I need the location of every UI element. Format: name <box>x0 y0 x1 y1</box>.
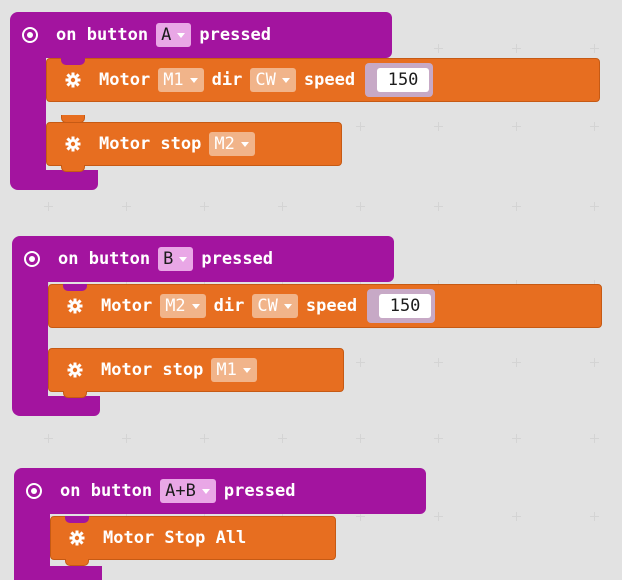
button-dropdown-value: A+B <box>165 481 196 501</box>
grid-plus-marker <box>590 44 599 53</box>
gear-icon <box>65 136 81 152</box>
grid-plus-marker <box>356 358 365 367</box>
dropdown-arrow-icon <box>201 488 210 494</box>
button-dropdown[interactable]: B <box>158 247 194 271</box>
event-suffix: pressed <box>199 25 272 45</box>
event-prefix: on button <box>56 25 149 45</box>
gear-icon <box>69 530 85 546</box>
speed-number-slot: 150 <box>367 289 436 323</box>
motor-dropdown[interactable]: M1 <box>211 358 257 382</box>
grid-plus-marker <box>434 202 443 211</box>
motor-dropdown[interactable]: M2 <box>209 132 255 156</box>
motor-label: Motor <box>101 296 153 316</box>
grid-plus-marker <box>122 202 131 211</box>
direction-dropdown[interactable]: CW <box>250 68 296 92</box>
event-header-button-b[interactable]: on button B pressed <box>12 236 394 282</box>
speed-label: speed <box>305 296 358 316</box>
dropdown-arrow-icon <box>177 32 186 38</box>
grid-plus-marker <box>434 434 443 443</box>
block-bottom-notch <box>65 559 89 566</box>
event-suffix: pressed <box>201 249 274 269</box>
motor-dropdown[interactable]: M2 <box>160 294 206 318</box>
grid-plus-marker <box>512 202 521 211</box>
motor-stop-label: Motor stop <box>101 360 204 380</box>
block-notch <box>61 58 85 65</box>
grid-plus-marker <box>512 44 521 53</box>
grid-plus-marker <box>590 358 599 367</box>
block-notch <box>63 284 87 291</box>
grid-plus-marker <box>200 434 209 443</box>
dropdown-arrow-icon <box>191 303 200 309</box>
motor-stop-block[interactable]: Motor stop M2 <box>46 115 342 172</box>
motor-run-block[interactable]: Motor M2 dir CW speed 150 <box>48 284 602 328</box>
grid-plus-marker <box>356 202 365 211</box>
dropdown-arrow-icon <box>281 77 290 83</box>
grid-plus-marker <box>278 434 287 443</box>
button-dropdown-value: B <box>163 249 174 269</box>
motor-stop-label: Motor stop <box>99 134 202 154</box>
grid-plus-marker <box>356 122 365 131</box>
direction-dropdown[interactable]: CW <box>252 294 298 318</box>
motor-stop-all-block[interactable]: Motor Stop All <box>50 516 336 566</box>
radio-target-icon <box>24 251 40 267</box>
event-header-button-ab[interactable]: on button A+B pressed <box>14 468 426 514</box>
speed-number-slot: 150 <box>365 63 434 97</box>
event-prefix: on button <box>60 481 153 501</box>
grid-plus-marker <box>44 202 53 211</box>
grid-plus-marker <box>122 434 131 443</box>
speed-label: speed <box>303 70 356 90</box>
grid-plus-marker <box>590 434 599 443</box>
grid-plus-marker <box>590 202 599 211</box>
event-prefix: on button <box>58 249 151 269</box>
dropdown-arrow-icon <box>189 77 198 83</box>
grid-plus-marker <box>356 434 365 443</box>
motor-dropdown-value: M1 <box>163 70 184 90</box>
grid-plus-marker <box>590 512 599 521</box>
grid-plus-marker <box>278 202 287 211</box>
dropdown-arrow-icon <box>240 141 249 147</box>
motor-run-block[interactable]: Motor M1 dir CW speed 150 <box>46 58 600 102</box>
grid-plus-marker <box>512 122 521 131</box>
event-suffix: pressed <box>223 481 296 501</box>
grid-plus-marker <box>512 434 521 443</box>
gear-icon <box>67 298 83 314</box>
grid-plus-marker <box>434 358 443 367</box>
speed-input[interactable]: 150 <box>379 294 432 318</box>
motor-dropdown[interactable]: M1 <box>158 68 204 92</box>
dropdown-arrow-icon <box>179 256 188 262</box>
dir-label: dir <box>211 70 243 90</box>
dir-label: dir <box>213 296 245 316</box>
motor-dropdown-value: M1 <box>216 360 237 380</box>
button-dropdown[interactable]: A+B <box>160 479 216 503</box>
direction-dropdown-value: CW <box>255 70 276 90</box>
grid-plus-marker <box>434 44 443 53</box>
dropdown-arrow-icon <box>242 367 251 373</box>
button-dropdown[interactable]: A <box>156 23 192 47</box>
direction-dropdown-value: CW <box>257 296 278 316</box>
block-notch <box>65 516 89 523</box>
motor-label: Motor <box>99 70 151 90</box>
block-bottom-notch <box>61 165 85 172</box>
motor-stop-all-label: Motor Stop All <box>103 528 247 548</box>
motor-dropdown-value: M2 <box>214 134 235 154</box>
block-bottom-notch <box>63 391 87 398</box>
button-dropdown-value: A <box>161 25 172 45</box>
motor-dropdown-value: M2 <box>165 296 186 316</box>
grid-plus-marker <box>200 202 209 211</box>
dropdown-arrow-icon <box>283 303 292 309</box>
gear-icon <box>65 72 81 88</box>
event-header-button-a[interactable]: on button A pressed <box>10 12 392 58</box>
block-notch <box>61 115 85 123</box>
radio-target-icon <box>22 27 38 43</box>
radio-target-icon <box>26 483 42 499</box>
speed-input[interactable]: 150 <box>377 68 430 92</box>
motor-stop-block[interactable]: Motor stop M1 <box>48 348 344 398</box>
grid-plus-marker <box>512 512 521 521</box>
grid-plus-marker <box>512 358 521 367</box>
grid-plus-marker <box>590 122 599 131</box>
gear-icon <box>67 362 83 378</box>
grid-plus-marker <box>434 512 443 521</box>
grid-plus-marker <box>434 122 443 131</box>
grid-plus-marker <box>44 434 53 443</box>
